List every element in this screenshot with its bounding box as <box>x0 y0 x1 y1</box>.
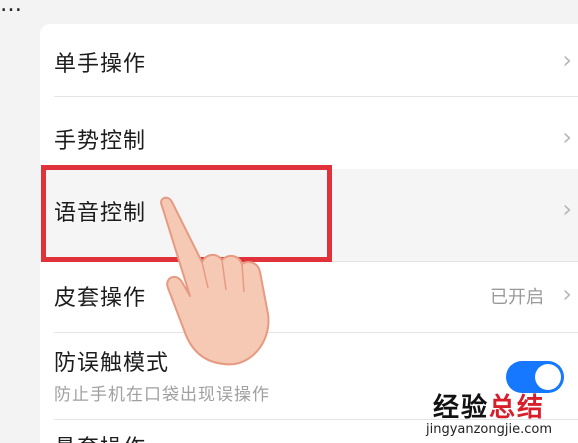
status-text: 已开启 <box>490 287 544 308</box>
top-cut-text: … <box>0 0 23 17</box>
settings-item-label: 手势控制 <box>54 129 147 154</box>
settings-item-label: 悬套操作 <box>54 430 146 443</box>
settings-item-one-hand[interactable]: 单手操作 › <box>40 24 578 96</box>
settings-item-gesture[interactable]: 手势控制 › <box>40 97 578 169</box>
settings-item-sublabel: 防止手机在口袋出现误操作 <box>54 385 270 405</box>
chevron-right-icon: › <box>562 195 572 223</box>
chevron-right-icon: › <box>562 123 572 151</box>
settings-item-label: 皮套操作 <box>54 286 147 311</box>
chevron-right-icon: › <box>562 46 572 74</box>
watermark-url: jingyanzongjie.com <box>425 422 552 437</box>
watermark-title: 经验总结 <box>426 387 552 424</box>
settings-item-label: 单手操作 <box>54 52 147 77</box>
watermark-title-part1: 经验 <box>432 393 489 423</box>
pointing-hand-icon <box>160 196 270 366</box>
settings-item-cover[interactable]: 皮套操作 已开启 › <box>40 262 578 332</box>
watermark: 经验总结 jingyanzongjie.com <box>426 387 552 437</box>
watermark-title-part2: 总结 <box>488 393 545 423</box>
chevron-right-icon: › <box>562 280 572 308</box>
